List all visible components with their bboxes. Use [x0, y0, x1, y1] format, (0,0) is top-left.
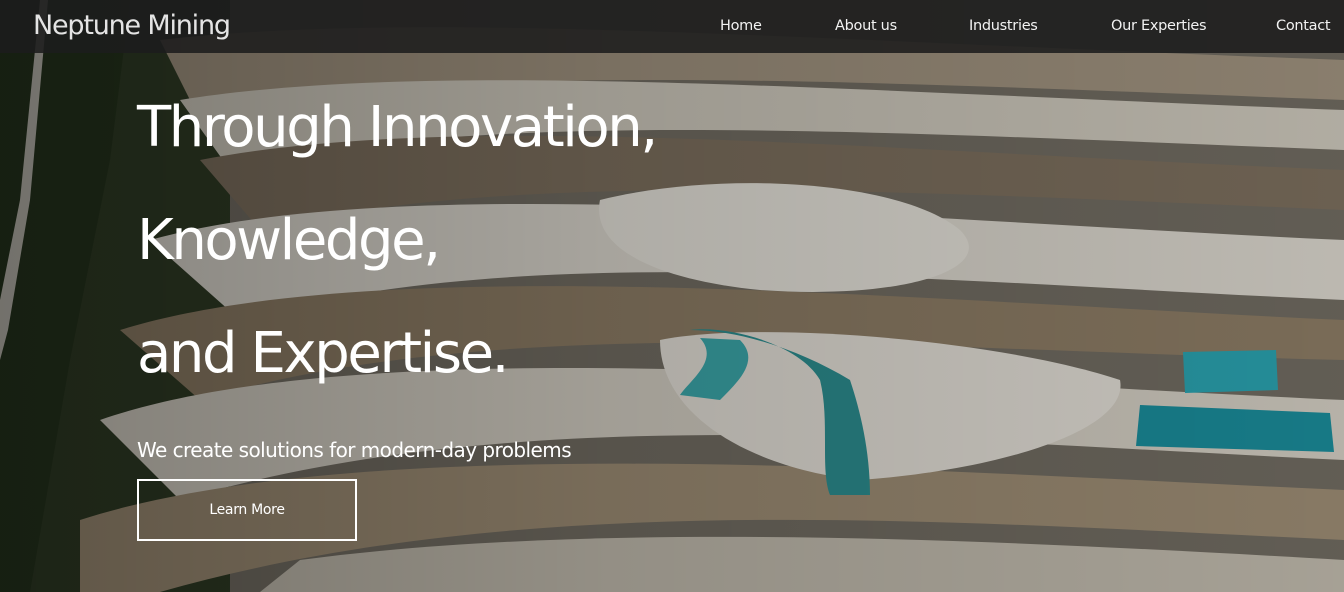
- nav-link-home[interactable]: Home: [720, 16, 762, 36]
- brand-logo-text[interactable]: Neptune Mining: [33, 8, 231, 44]
- nav-link-contact[interactable]: Contact: [1276, 16, 1331, 36]
- learn-more-button[interactable]: Learn More: [137, 479, 357, 541]
- hero-headline-line-3: and Expertise.: [137, 321, 509, 386]
- hero-subheading: We create solutions for modern-day probl…: [137, 438, 572, 462]
- nav-link-about-us[interactable]: About us: [835, 16, 897, 36]
- nav-link-industries[interactable]: Industries: [969, 16, 1038, 36]
- hero-headline-line-2: Knowledge,: [137, 208, 441, 273]
- top-navbar: Neptune Mining Home About us Industries …: [0, 0, 1344, 53]
- hero-headline-line-1: Through Innovation,: [137, 95, 658, 160]
- nav-link-our-experties[interactable]: Our Experties: [1111, 16, 1207, 36]
